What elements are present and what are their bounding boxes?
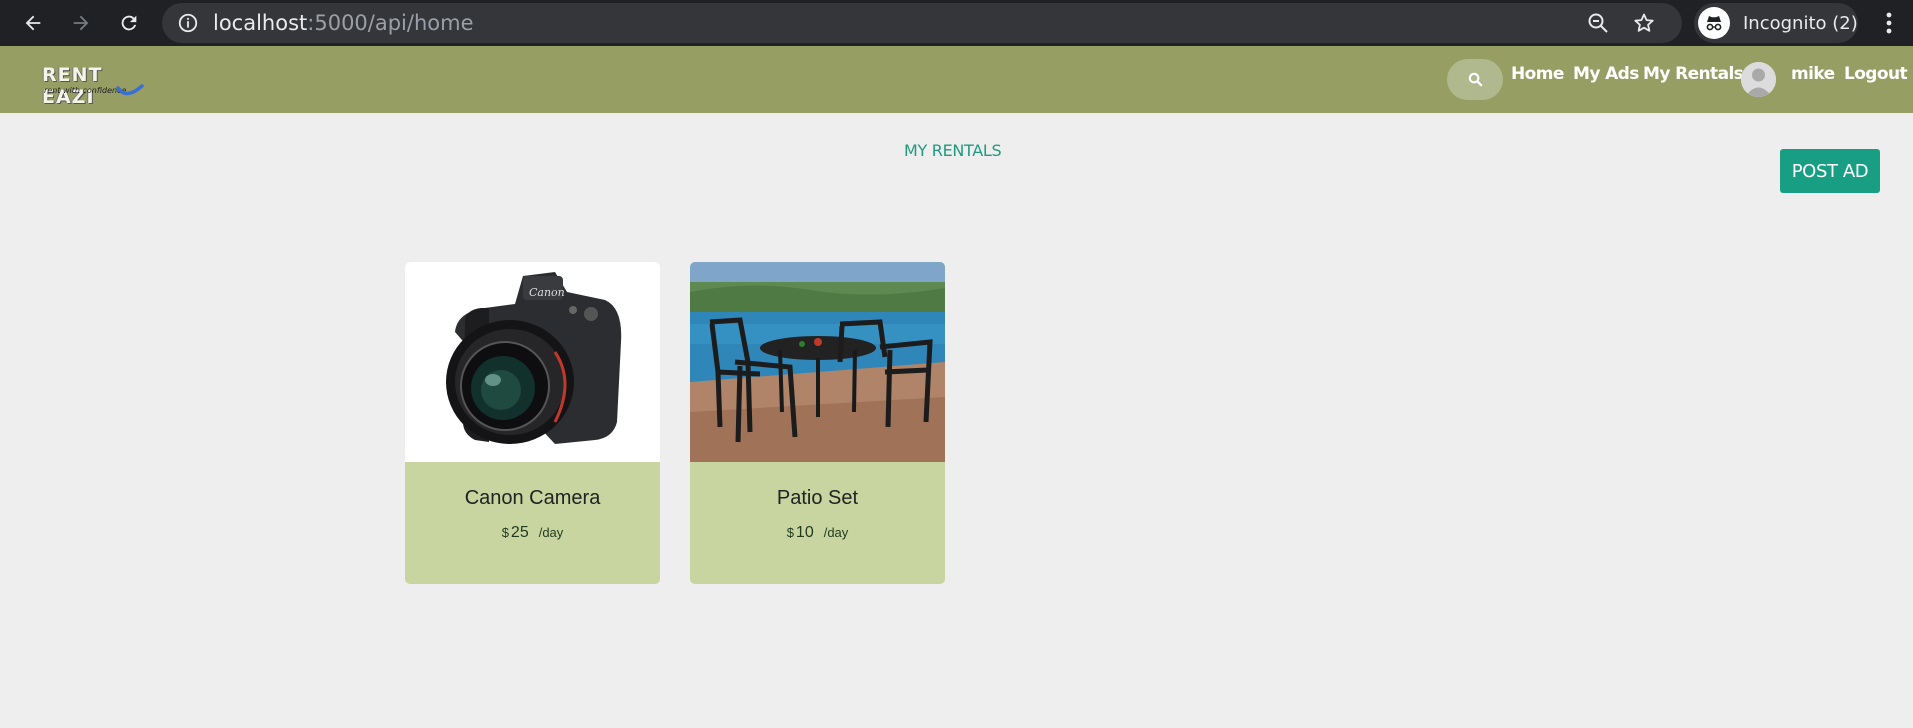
zoom-icon[interactable]	[1586, 11, 1610, 35]
price-currency: $	[501, 525, 509, 540]
reload-icon	[121, 15, 137, 31]
svg-text:Canon: Canon	[529, 286, 565, 299]
nav-logout-link[interactable]: Logout	[1844, 64, 1908, 84]
forward-button[interactable]	[64, 6, 98, 40]
price-amount: 10	[795, 524, 814, 541]
user-icon	[1741, 62, 1776, 97]
url-text[interactable]: localhost:5000/api/home	[213, 12, 474, 34]
rental-card[interactable]: Patio Set $10/day	[690, 262, 945, 584]
logo-swoosh-icon	[116, 84, 144, 96]
rental-card[interactable]: Canon Canon Camera $25/day	[405, 262, 660, 584]
price-amount: 25	[510, 524, 529, 541]
bookmark-star-icon[interactable]	[1632, 11, 1656, 35]
arrow-right-icon	[73, 15, 89, 31]
search-icon	[1468, 72, 1482, 87]
patio-set-image	[690, 262, 945, 462]
price-currency: $	[786, 525, 794, 540]
address-bar[interactable]: localhost:5000/api/home	[162, 3, 1682, 43]
page-title: MY RENTALS	[904, 141, 1002, 160]
browser-chrome: localhost:5000/api/home Incognito (2)	[0, 0, 1913, 46]
browser-menu-icon[interactable]	[1877, 6, 1901, 40]
camera-image: Canon	[405, 262, 660, 462]
arrow-left-icon	[25, 15, 41, 31]
back-button[interactable]	[16, 6, 50, 40]
search-button[interactable]	[1447, 59, 1503, 100]
price-period: /day	[538, 525, 564, 540]
card-title: Patio Set	[776, 487, 859, 509]
logo[interactable]: RENT EAZI rent with confidence	[42, 64, 152, 108]
price-period: /day	[823, 525, 849, 540]
url-host: localhost	[213, 11, 308, 35]
logo-tagline: rent with confidence	[44, 86, 127, 95]
nav-my-rentals-link[interactable]: My Rentals	[1643, 64, 1744, 84]
avatar[interactable]	[1741, 62, 1776, 97]
card-price: $10/day	[690, 524, 945, 542]
nav-my-ads-link[interactable]: My Ads	[1573, 64, 1639, 84]
card-title: Canon Camera	[464, 487, 601, 509]
nav-username-link[interactable]: mike	[1791, 64, 1835, 84]
nav-home-link[interactable]: Home	[1511, 64, 1564, 84]
post-ad-button[interactable]: POST AD	[1780, 149, 1880, 193]
incognito-profile-button[interactable]: Incognito (2)	[1694, 3, 1858, 43]
incognito-icon	[1698, 7, 1730, 39]
incognito-label: Incognito (2)	[1743, 13, 1858, 34]
info-icon[interactable]	[177, 12, 199, 34]
card-price: $25/day	[405, 524, 660, 542]
url-path: :5000/api/home	[307, 11, 474, 35]
reload-button[interactable]	[112, 6, 146, 40]
